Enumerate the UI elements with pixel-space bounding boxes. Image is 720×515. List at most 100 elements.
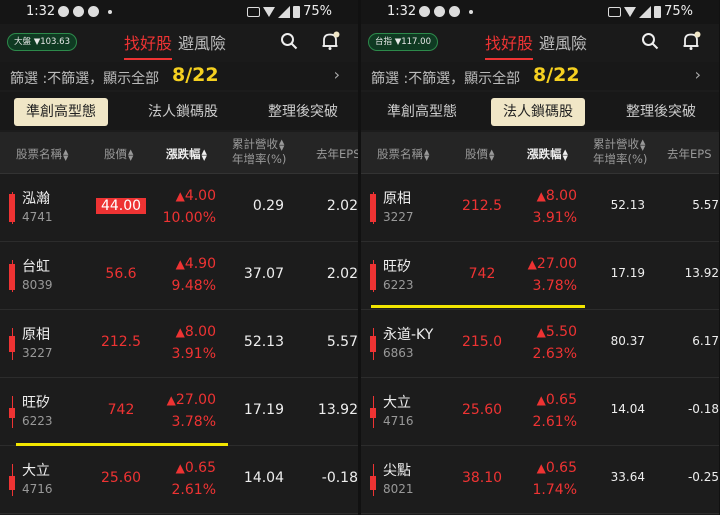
last-year-eps: 13.92 xyxy=(317,402,358,418)
change-percent: 2.61% xyxy=(171,482,216,498)
tab-avoid-risk[interactable]: 避風險 xyxy=(539,30,587,54)
message-icon xyxy=(58,6,69,17)
index-badge[interactable]: 台指 ▼117.00 xyxy=(368,33,438,51)
wifi-icon xyxy=(624,6,637,17)
index-badge[interactable]: 大盤 ▼103.63 xyxy=(7,33,77,51)
table-row[interactable]: 旺矽 6223 742 27.00 3.78% 17.19 13.92 xyxy=(361,242,719,310)
table-row[interactable]: 原相 3227 212.5 8.00 3.91% 52.13 5.57 xyxy=(361,174,719,242)
table-row[interactable]: 永道-KY 6863 215.0 5.50 2.63% 80.37 6.17 xyxy=(361,310,719,378)
stock-price: 25.60 xyxy=(100,470,142,486)
filter-label: 篩選 :不篩選，顯示全部 xyxy=(10,71,160,87)
stock-price: 44.00 xyxy=(96,198,146,214)
last-year-eps: -0.25 xyxy=(687,470,719,484)
change-value: 0.65 xyxy=(148,460,216,476)
candlestick-icon xyxy=(9,396,15,428)
revenue-growth: 14.04 xyxy=(243,470,284,486)
table-row[interactable]: 泓瀚 4741 44.004.00 10.00% 0.29 2.02 xyxy=(0,174,358,242)
stock-code: 3227 xyxy=(383,210,414,224)
notification-icons xyxy=(58,6,112,17)
change-value: 0.65 xyxy=(509,460,577,476)
table-row[interactable]: 台虹 8039 56.6 4.90 9.48% 37.07 2.02 xyxy=(0,242,358,310)
candlestick-icon xyxy=(9,464,15,496)
search-icon[interactable] xyxy=(280,32,298,50)
last-year-eps: 2.02 xyxy=(326,198,358,214)
stock-name: 旺矽 xyxy=(383,259,411,275)
revenue-growth: 0.29 xyxy=(252,198,284,214)
stock-list: 原相 3227 212.5 8.00 3.91% 52.13 5.57 旺矽 6223 742 27… xyxy=(361,174,719,515)
tab-avoid-risk[interactable]: 避風險 xyxy=(178,30,226,54)
header-eps[interactable]: 去年EPS xyxy=(667,146,712,162)
subtab-institutional[interactable]: 法人鎖碼股 xyxy=(136,98,230,126)
sort-icon: ▲ ▼ xyxy=(128,147,134,162)
table-row[interactable]: 尖點 8021 38.10 0.65 1.74% 33.64 -0.25 xyxy=(361,446,719,514)
filter-bar[interactable]: 篩選 :不篩選，顯示全部 8/22 › xyxy=(0,62,358,90)
search-icon[interactable] xyxy=(641,32,659,50)
tab-find-stocks[interactable]: 找好股 xyxy=(485,30,534,60)
subtab-institutional[interactable]: 法人鎖碼股 xyxy=(491,98,585,126)
header-change[interactable]: 漲跌幅▲ ▼ xyxy=(527,146,568,162)
bell-icon[interactable] xyxy=(681,31,701,51)
notification-icons xyxy=(419,6,473,17)
revenue-growth: 17.19 xyxy=(243,402,284,418)
facebook-icon xyxy=(88,6,99,17)
table-row[interactable]: 大立 4716 25.60 0.65 2.61% 14.04 -0.18 xyxy=(0,446,358,514)
change-percent: 1.74% xyxy=(532,482,577,498)
header-price[interactable]: 股價▲ ▼ xyxy=(465,146,494,162)
table-header: 股票名稱▲ ▼ 股價▲ ▼ 漲跌幅▲ ▼ 累計營收▲ ▼ 年增率(%) 去年EPS xyxy=(361,132,719,174)
candlestick-icon xyxy=(9,328,15,360)
sort-icon: ▲ ▼ xyxy=(279,137,285,152)
change-percent: 3.91% xyxy=(532,210,577,226)
stock-name: 原相 xyxy=(383,191,411,207)
highlight-line xyxy=(16,443,228,446)
change-percent: 3.78% xyxy=(171,414,216,430)
table-row[interactable]: 大立 4716 25.60 0.65 2.61% 14.04 -0.18 xyxy=(361,378,719,446)
system-icons: 75% xyxy=(608,4,693,19)
last-year-eps: -0.18 xyxy=(321,470,358,486)
subtab-breakout[interactable]: 整理後突破 xyxy=(614,98,708,126)
stock-price: 215.0 xyxy=(461,334,503,350)
table-row[interactable]: 旺矽 6223 742 27.00 3.78% 17.19 13.92 xyxy=(0,378,358,446)
stock-code: 8039 xyxy=(22,278,53,292)
filter-bar[interactable]: 篩選 :不篩選，顯示全部 8/22 › xyxy=(361,62,719,90)
screen-left: 1:32 75% 大盤 ▼103.63 找好股 避風險 篩選 :不篩選，顯示全部… xyxy=(0,0,358,515)
more-notifications-icon xyxy=(469,10,473,14)
header-name[interactable]: 股票名稱▲ ▼ xyxy=(16,146,68,162)
battery-percent: 75% xyxy=(664,4,693,19)
revenue-growth: 80.37 xyxy=(610,334,645,348)
candlestick-icon xyxy=(370,396,376,428)
sort-icon: ▲ ▼ xyxy=(424,147,430,162)
facebook-icon xyxy=(434,6,445,17)
change-value: 8.00 xyxy=(509,188,577,204)
header-revenue[interactable]: 累計營收▲ ▼ 年增率(%) xyxy=(232,137,286,167)
subtab-breakout[interactable]: 整理後突破 xyxy=(256,98,350,126)
tab-find-stocks[interactable]: 找好股 xyxy=(124,30,173,60)
top-nav: 台指 ▼117.00 找好股 避風險 xyxy=(361,24,719,62)
top-nav: 大盤 ▼103.63 找好股 避風險 xyxy=(0,24,358,62)
stock-code: 4741 xyxy=(22,210,53,224)
change-value: 0.65 xyxy=(509,392,577,408)
chevron-right-icon[interactable]: › xyxy=(695,65,701,84)
header-price[interactable]: 股價▲ ▼ xyxy=(104,146,133,162)
highlight-line xyxy=(371,305,585,308)
bell-icon[interactable] xyxy=(320,31,340,51)
revenue-growth: 33.64 xyxy=(610,470,645,484)
stock-code: 4716 xyxy=(383,414,414,428)
subtab-new-high[interactable]: 準創高型態 xyxy=(375,98,469,126)
subtab-new-high[interactable]: 準創高型態 xyxy=(14,98,108,126)
header-change[interactable]: 漲跌幅▲ ▼ xyxy=(166,146,207,162)
status-time: 1:32 xyxy=(387,4,417,19)
filter-count: 8/22 xyxy=(533,64,580,86)
stock-list: 泓瀚 4741 44.004.00 10.00% 0.29 2.02 台虹 8039 56.6 4… xyxy=(0,174,358,515)
facebook-icon xyxy=(449,6,460,17)
header-eps[interactable]: 去年EPS xyxy=(316,146,358,162)
sort-icon: ▲ ▼ xyxy=(63,147,69,162)
chevron-right-icon[interactable]: › xyxy=(334,65,340,84)
header-revenue[interactable]: 累計營收▲ ▼ 年增率(%) xyxy=(593,137,647,167)
header-name[interactable]: 股票名稱▲ ▼ xyxy=(377,146,429,162)
stock-price: 742 xyxy=(107,402,135,418)
table-row[interactable]: 原相 3227 212.5 8.00 3.91% 52.13 5.57 xyxy=(0,310,358,378)
change-value: 8.00 xyxy=(148,324,216,340)
stock-name: 泓瀚 xyxy=(22,191,50,207)
wifi-icon xyxy=(263,6,276,17)
sort-desc-icon: ▲ ▼ xyxy=(562,147,568,162)
